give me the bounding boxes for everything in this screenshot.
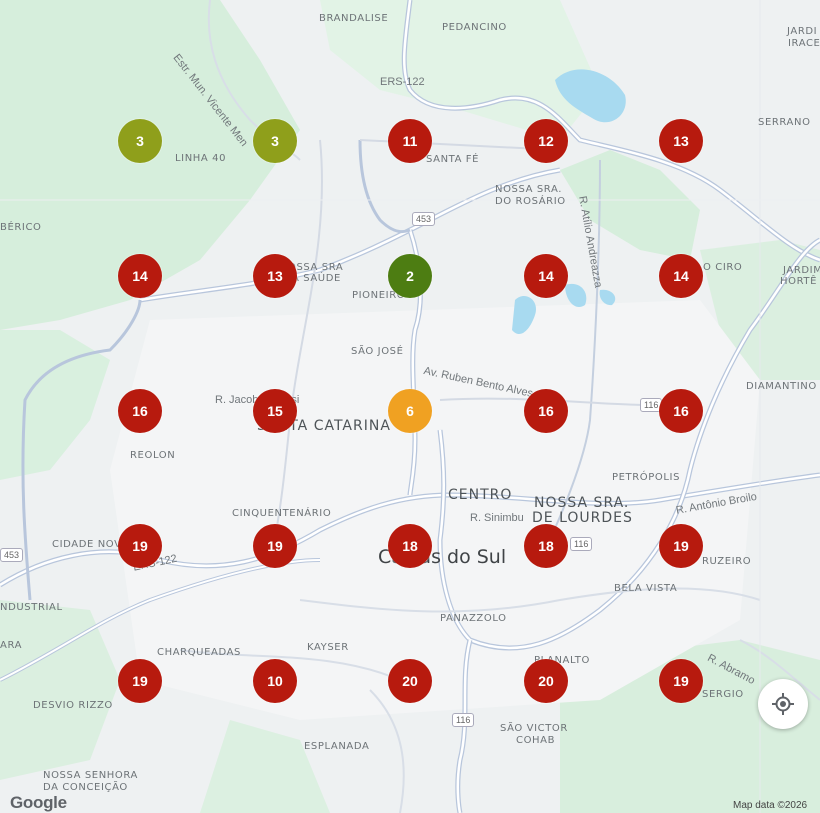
map-attribution[interactable]: Map data ©2026 xyxy=(733,800,807,811)
place-label: DESVIO RIZZO xyxy=(33,700,113,711)
place-label: SÃO JOSÉ xyxy=(351,346,404,357)
place-label: JARDI xyxy=(787,26,818,37)
place-label: DA CONCEIÇÃO xyxy=(43,782,128,793)
my-location-button[interactable] xyxy=(758,679,808,729)
place-label: CENTRO xyxy=(448,487,513,503)
place-label: PEDANCINO xyxy=(442,22,507,33)
place-label: SANTA FÉ xyxy=(426,154,480,165)
place-label: PETRÓPOLIS xyxy=(612,472,681,483)
place-label: REOLON xyxy=(130,450,176,461)
crosshair-icon xyxy=(772,693,794,715)
place-label: DO ROSÁRIO xyxy=(495,196,566,207)
cluster-marker[interactable]: 15 xyxy=(253,389,297,433)
street-label: R. Sinimbu xyxy=(470,512,524,524)
cluster-marker[interactable]: 16 xyxy=(118,389,162,433)
route-shield: 453 xyxy=(412,212,436,226)
place-label: CHARQUEADAS xyxy=(157,647,241,658)
cluster-marker[interactable]: 19 xyxy=(118,524,162,568)
place-label: ESPLANADA xyxy=(304,741,370,752)
street-label: ERS-122 xyxy=(380,76,425,88)
cluster-marker[interactable]: 19 xyxy=(118,659,162,703)
place-label: NDUSTRIAL xyxy=(0,602,63,613)
cluster-marker[interactable]: 3 xyxy=(253,119,297,163)
cluster-marker[interactable]: 10 xyxy=(253,659,297,703)
route-shield: 116 xyxy=(452,713,475,727)
place-label: KAYSER xyxy=(307,642,349,653)
place-label: PANAZZOLO xyxy=(440,613,507,624)
place-label: SERGIO xyxy=(702,689,744,700)
cluster-marker[interactable]: 18 xyxy=(388,524,432,568)
route-shield: 116 xyxy=(570,537,593,551)
cluster-marker[interactable]: 19 xyxy=(659,524,703,568)
place-label: NOSSA SRA. xyxy=(534,495,630,511)
place-label: CIDADE NOV xyxy=(52,539,122,550)
cluster-marker[interactable]: 13 xyxy=(659,119,703,163)
map-view[interactable]: BRANDALISE PEDANCINO LINHA 40 SANTA FÉ N… xyxy=(0,0,820,813)
cluster-marker[interactable]: 12 xyxy=(524,119,568,163)
cluster-marker[interactable]: 16 xyxy=(659,389,703,433)
place-label: O CIRO xyxy=(703,262,743,273)
place-label: A SAÚDE xyxy=(292,273,341,284)
cluster-marker[interactable]: 6 xyxy=(388,389,432,433)
place-label: BRANDALISE xyxy=(319,13,389,24)
cluster-marker[interactable]: 3 xyxy=(118,119,162,163)
place-label: IRACE xyxy=(788,38,820,49)
cluster-marker[interactable]: 18 xyxy=(524,524,568,568)
route-shield: 453 xyxy=(0,548,24,562)
cluster-marker[interactable]: 2 xyxy=(388,254,432,298)
place-label: BÉRICO xyxy=(0,222,42,233)
place-label: SERRANO xyxy=(758,117,811,128)
cluster-marker[interactable]: 20 xyxy=(524,659,568,703)
place-label: RUZEIRO xyxy=(702,556,752,567)
cluster-marker[interactable]: 16 xyxy=(524,389,568,433)
cluster-marker[interactable]: 20 xyxy=(388,659,432,703)
cluster-marker[interactable]: 14 xyxy=(524,254,568,298)
place-label: LINHA 40 xyxy=(175,153,227,164)
cluster-marker[interactable]: 14 xyxy=(118,254,162,298)
place-label: JARDIM xyxy=(783,265,820,276)
place-label: DIAMANTINO xyxy=(746,381,817,392)
place-label: NOSSA SENHORA xyxy=(43,770,138,781)
place-label: HORTÊ xyxy=(780,276,818,287)
place-label: SÃO VICTOR xyxy=(500,723,568,734)
cluster-marker[interactable]: 13 xyxy=(253,254,297,298)
place-label: NOSSA SRA. xyxy=(495,184,562,195)
place-label: CINQUENTENÁRIO xyxy=(232,508,332,519)
cluster-marker[interactable]: 14 xyxy=(659,254,703,298)
place-label: COHAB xyxy=(516,735,556,746)
place-label: BELA VISTA xyxy=(614,583,678,594)
place-label: ARA xyxy=(0,640,23,651)
cluster-marker[interactable]: 19 xyxy=(659,659,703,703)
google-logo: Google xyxy=(10,793,67,812)
cluster-marker[interactable]: 19 xyxy=(253,524,297,568)
cluster-marker[interactable]: 11 xyxy=(388,119,432,163)
